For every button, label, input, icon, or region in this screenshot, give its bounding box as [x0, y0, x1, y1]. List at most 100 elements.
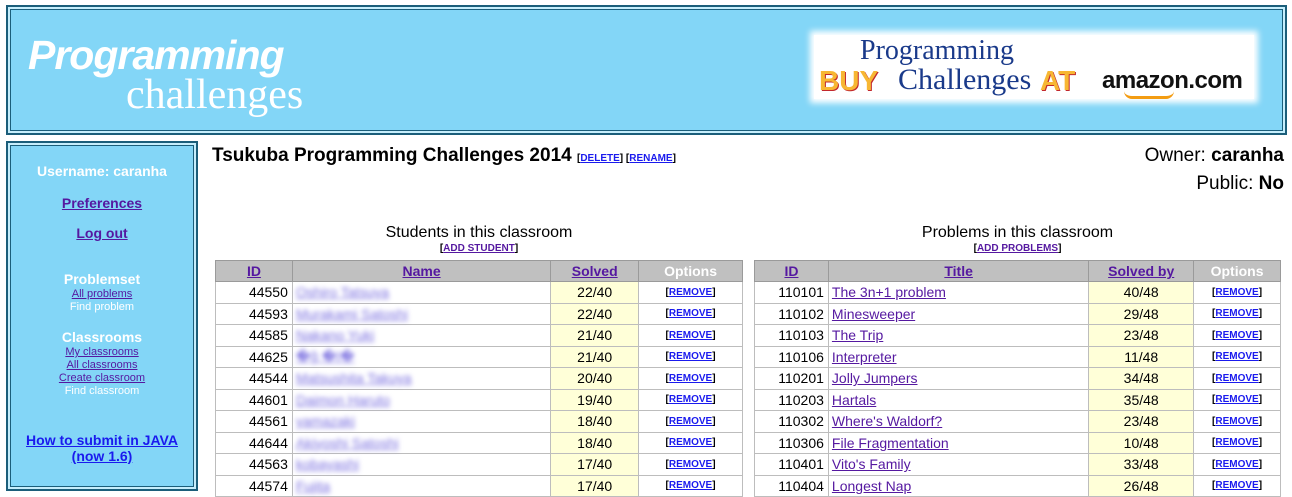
student-name-link[interactable]: Daimon Haruto: [296, 392, 390, 408]
delete-classroom-link[interactable]: DELETE: [580, 153, 619, 164]
problem-title-link[interactable]: Vito's Family: [832, 456, 911, 472]
sort-by-name-link[interactable]: Name: [403, 263, 441, 279]
problem-title-cell: Hartals: [827, 388, 1090, 411]
problem-title-link[interactable]: Longest Nap: [832, 478, 911, 494]
sort-by-solved-by-link[interactable]: Solved by: [1108, 263, 1174, 279]
student-options: [REMOVE]: [638, 410, 743, 433]
preferences-link[interactable]: Preferences: [62, 195, 142, 211]
sort-by-title-link[interactable]: Title: [944, 263, 973, 279]
sort-by-solved-link[interactable]: Solved: [572, 263, 618, 279]
student-solved: 18/40: [550, 410, 640, 433]
remove-student-link[interactable]: REMOVE: [669, 459, 712, 470]
owner-label: Owner:: [1144, 145, 1206, 166]
problem-row: 110404 Longest Nap 26/48 [REMOVE]: [754, 474, 1281, 497]
remove-problem-link[interactable]: REMOVE: [1215, 330, 1258, 341]
remove-student-link[interactable]: REMOVE: [669, 373, 712, 384]
problem-title-link[interactable]: Jolly Jumpers: [832, 370, 918, 386]
problem-row: 110106 Interpreter 11/48 [REMOVE]: [754, 345, 1281, 368]
student-id: 44625: [215, 345, 293, 368]
problem-title-link[interactable]: File Fragmentation: [832, 435, 949, 451]
problem-id: 110101: [754, 281, 829, 304]
problem-title-cell: The 3n+1 problem: [827, 281, 1090, 304]
problems-col-id[interactable]: ID: [754, 260, 829, 282]
amazon-banner[interactable]: Programming BUY Challenges AT amazon.com: [814, 35, 1254, 99]
create-classroom-link[interactable]: Create classroom: [59, 372, 145, 384]
remove-problem-link[interactable]: REMOVE: [1215, 394, 1258, 405]
problem-row: 110401 Vito's Family 33/48 [REMOVE]: [754, 453, 1281, 476]
problem-title-link[interactable]: The 3n+1 problem: [832, 284, 946, 300]
remove-problem-link[interactable]: REMOVE: [1215, 351, 1258, 362]
sort-by-id-link[interactable]: ID: [247, 263, 261, 279]
logout-link[interactable]: Log out: [76, 225, 127, 241]
all-problems-link[interactable]: All problems: [72, 288, 133, 300]
student-name-link[interactable]: Fujita: [296, 478, 330, 494]
student-solved: 21/40: [550, 345, 640, 368]
add-problems-link[interactable]: ADD PROBLEMS: [977, 243, 1058, 254]
students-col-id[interactable]: ID: [215, 260, 293, 282]
student-options: [REMOVE]: [638, 474, 743, 497]
student-id: 44593: [215, 302, 293, 325]
problemset-heading: Problemset: [63, 271, 141, 287]
remove-student-link[interactable]: REMOVE: [669, 416, 712, 427]
student-name-link[interactable]: Murakami Satoshi: [296, 306, 408, 322]
remove-student-link[interactable]: REMOVE: [669, 480, 712, 491]
student-row: 44574 Fujita 17/40 [REMOVE]: [215, 474, 743, 497]
student-name-link[interactable]: Nakano Yuki: [296, 327, 374, 343]
remove-student-link[interactable]: REMOVE: [669, 330, 712, 341]
student-name-link[interactable]: Matsushita Takuya: [296, 370, 412, 386]
amazon-banner-at: AT: [1040, 65, 1076, 96]
remove-problem-link[interactable]: REMOVE: [1215, 308, 1258, 319]
students-col-name[interactable]: Name: [291, 260, 552, 282]
sort-problems-by-id-link[interactable]: ID: [784, 263, 798, 279]
my-classrooms-link[interactable]: My classrooms: [65, 346, 138, 358]
problem-title-link[interactable]: Hartals: [832, 392, 876, 408]
student-name-link[interactable]: kobayashi: [296, 456, 359, 472]
problems-col-solved-by[interactable]: Solved by: [1088, 260, 1195, 282]
remove-problem-link[interactable]: REMOVE: [1215, 373, 1258, 384]
problem-title-link[interactable]: Interpreter: [832, 349, 897, 365]
problem-options: [REMOVE]: [1193, 367, 1281, 390]
problem-title-cell: Minesweeper: [827, 302, 1090, 325]
remove-problem-link[interactable]: REMOVE: [1215, 480, 1258, 491]
problem-title-link[interactable]: Where's Waldorf?: [832, 413, 942, 429]
student-name-cell: Oshiro Tatsuya: [291, 281, 552, 304]
problems-header-row: ID Title Solved by Options: [754, 260, 1281, 282]
remove-student-link[interactable]: REMOVE: [669, 394, 712, 405]
add-student-link[interactable]: ADD STUDENT: [443, 243, 515, 254]
student-name-link[interactable]: Oshiro Tatsuya: [296, 284, 389, 300]
student-name-link[interactable]: Akiyoshi Satoshi: [296, 435, 399, 451]
remove-problem-link[interactable]: REMOVE: [1215, 287, 1258, 298]
student-row: 44544 Matsushita Takuya 20/40 [REMOVE]: [215, 367, 743, 390]
student-name-link[interactable]: yamazaki: [296, 413, 355, 429]
problem-options: [REMOVE]: [1193, 410, 1281, 433]
students-col-solved[interactable]: Solved: [550, 260, 640, 282]
java-help-link[interactable]: How to submit in JAVA (now 1.6): [26, 432, 178, 464]
remove-student-link[interactable]: REMOVE: [669, 351, 712, 362]
problem-row: 110102 Minesweeper 29/48 [REMOVE]: [754, 302, 1281, 325]
problems-caption: Problems in this classroom: [921, 224, 1114, 241]
public-info: Public: No: [1196, 173, 1284, 195]
site-logo-line2[interactable]: challenges: [126, 71, 303, 119]
student-row: 44601 Daimon Haruto 19/40 [REMOVE]: [215, 388, 743, 411]
java-help-line2: (now 1.6): [71, 448, 133, 464]
student-id: 44544: [215, 367, 293, 390]
problem-solved-by: 33/48: [1088, 453, 1195, 476]
amazon-smile-icon: [1124, 91, 1174, 99]
public-label: Public:: [1196, 173, 1254, 194]
rename-classroom-link[interactable]: RENAME: [629, 153, 672, 164]
all-classrooms-link[interactable]: All classrooms: [67, 359, 138, 371]
find-problem-label: Find problem: [69, 301, 135, 313]
problem-solved-by: 26/48: [1088, 474, 1195, 497]
remove-student-link[interactable]: REMOVE: [669, 437, 712, 448]
problem-title-link[interactable]: The Trip: [832, 327, 883, 343]
problem-title-link[interactable]: Minesweeper: [832, 306, 915, 322]
remove-problem-link[interactable]: REMOVE: [1215, 416, 1258, 427]
remove-student-link[interactable]: REMOVE: [669, 308, 712, 319]
remove-problem-link[interactable]: REMOVE: [1215, 459, 1258, 470]
student-name-link[interactable]: �ǧ �Ι�: [296, 348, 355, 364]
remove-problem-link[interactable]: REMOVE: [1215, 437, 1258, 448]
student-name-cell: Nakano Yuki: [291, 324, 552, 347]
problem-id: 110404: [754, 474, 829, 497]
problems-col-title[interactable]: Title: [827, 260, 1090, 282]
remove-student-link[interactable]: REMOVE: [669, 287, 712, 298]
